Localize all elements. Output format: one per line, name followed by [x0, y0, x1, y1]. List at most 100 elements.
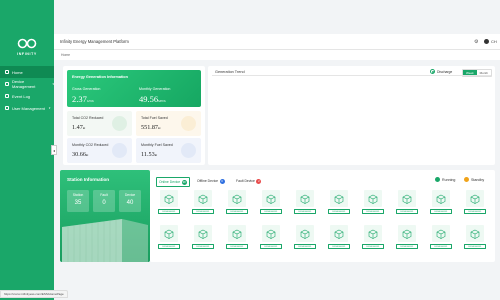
- device-item[interactable]: ESS0000001: [328, 225, 350, 255]
- monthly-co2-unit: kt: [85, 153, 89, 157]
- total-fuel-unit: kt: [158, 126, 161, 130]
- device-id-tag: ESS0000001: [226, 209, 248, 214]
- device-item[interactable]: ESS0000001: [226, 190, 248, 220]
- battery-cube-icon: [398, 225, 416, 242]
- divider: [212, 75, 491, 76]
- battery-cube-icon: [262, 225, 280, 242]
- fault-count-value: 0: [102, 200, 106, 206]
- chevron-down-icon: ▾: [52, 82, 54, 86]
- battery-cube-icon: [432, 225, 450, 242]
- gross-generation-value: 2.37: [72, 94, 87, 104]
- device-item[interactable]: ESS0000001: [430, 190, 452, 220]
- cloud-icon: [112, 143, 127, 158]
- sidebar: INFINITY Home Device Management ▾ Event …: [0, 0, 54, 300]
- monthly-co2-value: 30.66: [72, 151, 86, 158]
- device-id-tag: ESS0000001: [464, 209, 486, 214]
- monthly-fuel-card: Monthly Fuel Saved 11.53kt: [136, 138, 201, 163]
- device-id-tag: ESS0000001: [362, 244, 384, 249]
- battery-cube-icon: [228, 225, 246, 242]
- breadcrumb-home[interactable]: Home: [61, 53, 70, 57]
- sidebar-item-event-log[interactable]: Event Log: [0, 90, 54, 102]
- running-dot-icon: [435, 177, 440, 182]
- monthly-generation-label: Monthly Generation: [139, 87, 171, 91]
- device-id-tag: ESS0000001: [260, 209, 282, 214]
- device-id-tag: ESS0000001: [226, 244, 248, 249]
- legend-label: Standby: [471, 177, 485, 182]
- device-item[interactable]: ESS0000001: [328, 190, 350, 220]
- device-item[interactable]: ESS0000001: [226, 225, 248, 255]
- device-item[interactable]: ESS0000001: [464, 225, 486, 255]
- battery-cube-icon: [330, 190, 348, 207]
- battery-cube-icon: [466, 190, 484, 207]
- discharge-radio[interactable]: Discharge: [430, 69, 452, 74]
- battery-cube-icon: [160, 225, 178, 242]
- settings-icon[interactable]: ⚙: [474, 39, 478, 45]
- fault-count-label: Fault: [100, 193, 108, 197]
- top-header: Infinity Energy Management Platform ⚙ CH: [54, 34, 500, 50]
- monthly-fuel-unit: kt: [154, 153, 158, 157]
- device-item[interactable]: ESS0000001: [396, 225, 418, 255]
- radio-selected-icon: [430, 69, 435, 74]
- device-item[interactable]: ESS0000001: [396, 190, 418, 220]
- battery-cube-icon: [194, 225, 212, 242]
- total-co2-value: 1.47: [72, 124, 83, 131]
- device-id-tag: ESS0000001: [192, 209, 214, 214]
- legend-label: Running: [442, 177, 456, 182]
- period-toggle: Week Month: [462, 69, 492, 77]
- total-co2-label: Total CO2 Reduced: [72, 116, 104, 120]
- device-item[interactable]: ESS0000001: [158, 190, 180, 220]
- online-count-badge: 38: [181, 179, 187, 185]
- sidebar-item-label: Event Log: [12, 93, 31, 99]
- brand-logo[interactable]: INFINITY: [0, 38, 54, 56]
- sidebar-item-home[interactable]: Home: [0, 66, 54, 78]
- legend-standby: Standby: [464, 177, 484, 182]
- device-item[interactable]: ESS0000001: [260, 225, 282, 255]
- battery-cube-icon: [262, 190, 280, 207]
- device-item[interactable]: ESS0000001: [192, 225, 214, 255]
- device-item[interactable]: ESS0000001: [362, 225, 384, 255]
- battery-cube-icon: [466, 225, 484, 242]
- monthly-co2-label: Monthly CO2 Reduced: [72, 143, 109, 147]
- collapse-sidebar-button[interactable]: ◂: [51, 145, 57, 155]
- device-item[interactable]: ESS0000001: [294, 225, 316, 255]
- trend-title: Generation Trend: [215, 70, 245, 74]
- generation-trend-card: Generation Trend Discharge Week Month: [208, 66, 495, 165]
- battery-cube-icon: [330, 225, 348, 242]
- device-item[interactable]: ESS0000001: [192, 190, 214, 220]
- home-icon: [5, 70, 9, 74]
- tab-label: Offline Device: [197, 179, 219, 183]
- device-id-tag: ESS0000001: [430, 209, 452, 214]
- device-item[interactable]: ESS0000001: [260, 190, 282, 220]
- device-item[interactable]: ESS0000001: [294, 190, 316, 220]
- station-information-card: Station Information Station 35 Fault 0 D…: [60, 170, 150, 262]
- sidebar-item-user-management[interactable]: User Management ▾: [0, 102, 54, 114]
- device-item[interactable]: ESS0000001: [464, 190, 486, 220]
- device-item[interactable]: ESS0000001: [158, 225, 180, 255]
- standby-dot-icon: [464, 177, 469, 182]
- sidebar-item-device-management[interactable]: Device Management ▾: [0, 78, 54, 90]
- device-item[interactable]: ESS0000001: [362, 190, 384, 220]
- sidebar-item-label: Home: [12, 69, 23, 75]
- battery-cube-icon: [364, 190, 382, 207]
- battery-cube-icon: [364, 225, 382, 242]
- device-id-tag: ESS0000001: [260, 244, 282, 249]
- generation-summary: Energy Generation Information Gross Gene…: [67, 70, 201, 107]
- battery-cube-icon: [432, 190, 450, 207]
- chevron-down-icon: ▾: [48, 106, 51, 110]
- tab-online-device[interactable]: Online Device 38: [156, 177, 190, 187]
- fault-count: Fault 0: [93, 190, 115, 212]
- monthly-fuel-value: 11.53: [141, 151, 155, 158]
- battery-cube-icon: [296, 225, 314, 242]
- device-id-tag: ESS0000001: [158, 209, 180, 214]
- device-count-value: 40: [126, 200, 134, 206]
- device-id-tag: ESS0000001: [328, 244, 350, 249]
- language-switch[interactable]: CH: [491, 39, 497, 44]
- tab-offline-device[interactable]: Offline Device 0: [195, 177, 227, 185]
- generation-card: Energy Generation Information Gross Gene…: [63, 66, 205, 165]
- station-title: Station Information: [67, 177, 110, 182]
- total-co2-card: Total CO2 Reduced 1.47kt: [67, 111, 132, 136]
- avatar[interactable]: [484, 39, 489, 44]
- tab-fault-device[interactable]: Fault Device 2: [234, 177, 263, 185]
- status-bar-url: https://xxxxx.infinityess.com/ESS/HomePa…: [0, 290, 68, 298]
- device-item[interactable]: ESS0000001: [430, 225, 452, 255]
